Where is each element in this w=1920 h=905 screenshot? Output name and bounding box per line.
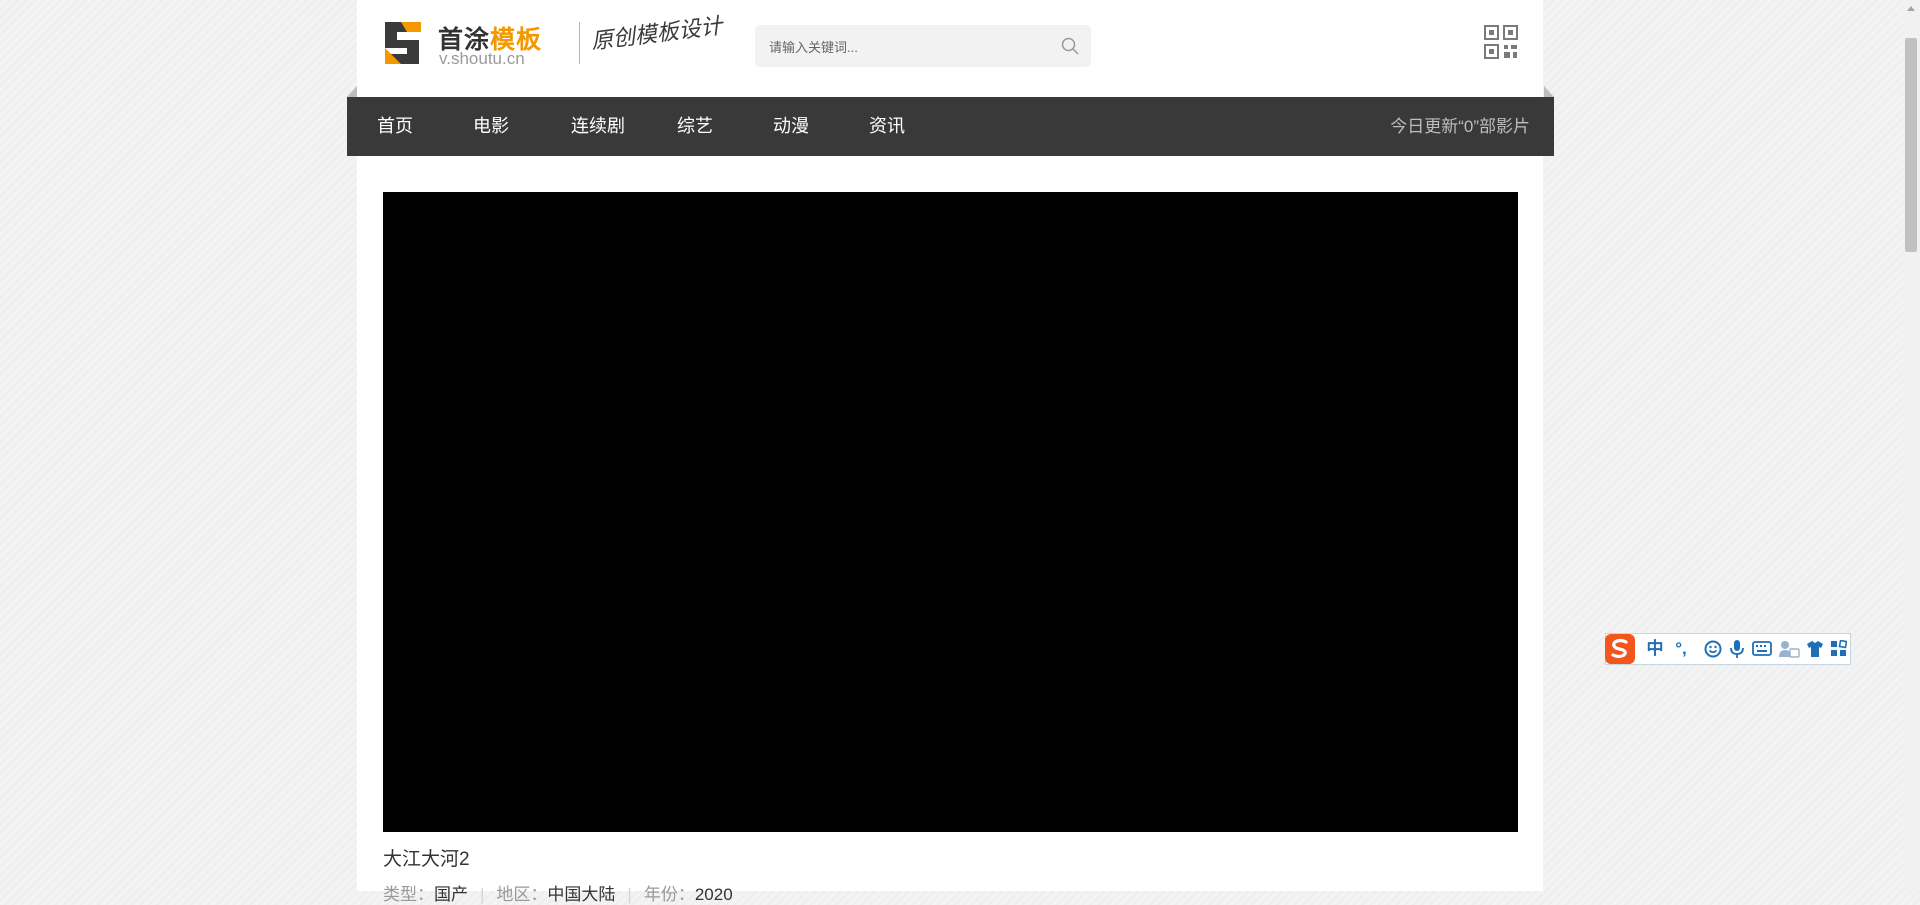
video-player[interactable] bbox=[383, 192, 1518, 832]
site-logo[interactable]: 首涂模板 v.shoutu.cn 原创模板设计 bbox=[381, 14, 731, 68]
logo-mark-icon bbox=[385, 22, 421, 64]
meta-region-label: 地区： bbox=[496, 885, 548, 904]
page-scrollbar[interactable] bbox=[1903, 0, 1920, 891]
meta-region-value[interactable]: 中国大陆 bbox=[547, 885, 615, 904]
qr-code-icon[interactable] bbox=[1484, 25, 1518, 59]
scrollbar-thumb[interactable] bbox=[1905, 38, 1917, 252]
meta-year-label: 年份： bbox=[643, 885, 695, 904]
nav-item-series[interactable]: 连续剧 bbox=[571, 97, 625, 156]
skin-shirt-icon[interactable] bbox=[1806, 640, 1824, 658]
update-status: 今日更新“0”部影片 bbox=[1390, 117, 1530, 136]
logo-url: v.shoutu.cn bbox=[439, 49, 525, 68]
toolbox-grid-icon[interactable] bbox=[1830, 640, 1847, 657]
nav-item-movies[interactable]: 电影 bbox=[473, 97, 509, 156]
microphone-icon[interactable] bbox=[1729, 639, 1745, 659]
page-container: 首涂模板 v.shoutu.cn 原创模板设计 首页 电影 连续剧 综艺 动漫 … bbox=[347, 0, 1554, 904]
nav-item-anime[interactable]: 动漫 bbox=[773, 97, 809, 156]
ime-toolbar: 中 °, bbox=[1605, 633, 1851, 665]
ime-punctuation-toggle[interactable]: °, bbox=[1670, 634, 1692, 664]
video-meta: 类型：国产 | 地区：中国大陆 | 年份：2020 bbox=[383, 880, 733, 905]
nav-fold-left bbox=[347, 86, 357, 97]
scroll-up-arrow-icon[interactable] bbox=[1907, 6, 1915, 11]
logo-divider bbox=[579, 22, 580, 64]
keyboard-icon[interactable] bbox=[1752, 641, 1772, 656]
meta-separator: | bbox=[627, 885, 632, 904]
user-card-icon[interactable] bbox=[1778, 639, 1800, 659]
emoji-icon[interactable] bbox=[1704, 640, 1722, 658]
video-title: 大江大河2 bbox=[383, 849, 470, 870]
search-icon[interactable] bbox=[1061, 37, 1079, 55]
ime-logo-icon[interactable] bbox=[1603, 632, 1637, 666]
meta-type-value[interactable]: 国产 bbox=[434, 885, 468, 904]
search-input[interactable] bbox=[767, 25, 1041, 69]
meta-year-value[interactable]: 2020 bbox=[695, 885, 733, 904]
ime-language-toggle[interactable]: 中 bbox=[1644, 634, 1666, 664]
meta-separator: | bbox=[480, 885, 485, 904]
meta-type-label: 类型： bbox=[383, 885, 434, 904]
nav-item-home[interactable]: 首页 bbox=[377, 97, 413, 156]
search-box bbox=[755, 25, 1091, 69]
main-nav: 首页 电影 连续剧 综艺 动漫 资讯 今日更新“0”部影片 bbox=[347, 97, 1554, 156]
nav-item-news[interactable]: 资讯 bbox=[869, 97, 905, 156]
logo-slogan: 原创模板设计 bbox=[589, 13, 724, 55]
nav-fold-right bbox=[1544, 86, 1554, 97]
nav-item-variety[interactable]: 综艺 bbox=[677, 97, 713, 156]
